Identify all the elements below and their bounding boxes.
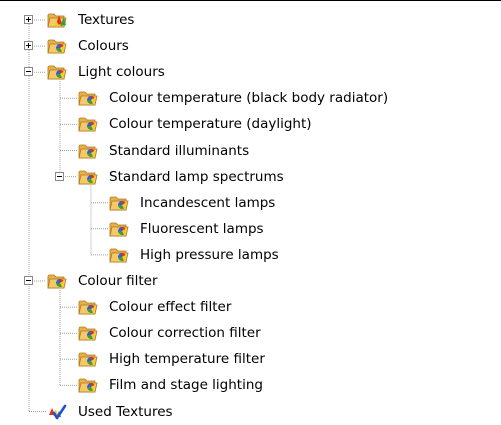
tree-item-label: Colour correction filter (109, 325, 261, 342)
tree-item-colour-temperature-daylight[interactable]: Colour temperature (daylight) (0, 111, 501, 137)
folder-colours-icon (109, 220, 129, 238)
expand-plus-icon[interactable] (24, 15, 33, 24)
tree-item-label: Standard lamp spectrums (109, 168, 284, 185)
tree-item-colour-correction-filter[interactable]: Colour correction filter (0, 320, 501, 346)
folder-colours-icon (109, 246, 129, 264)
tree-item-label: Used Textures (78, 403, 173, 420)
collapse-minus-icon[interactable] (24, 67, 33, 77)
folder-colours-icon (78, 324, 98, 342)
tree-item-high-pressure-lamps[interactable]: High pressure lamps (0, 242, 501, 268)
tree-item-label: High temperature filter (109, 351, 265, 368)
folder-colours-icon (109, 194, 129, 212)
collapse-minus-icon[interactable] (55, 171, 64, 181)
collapse-minus-icon[interactable] (24, 276, 33, 285)
tree-item-label: Film and stage lighting (109, 377, 263, 394)
tree-item-label: Colour temperature (black body radiator) (109, 90, 389, 107)
tree-item-standard-illuminants[interactable]: Standard illuminants (0, 138, 501, 164)
folder-colours-icon (78, 298, 98, 316)
folder-colours-icon (78, 142, 98, 160)
folder-colours-icon (78, 376, 98, 394)
tree-item-incandescent-lamps[interactable]: Incandescent lamps (0, 190, 501, 216)
tree-item-textures[interactable]: Textures (0, 7, 501, 33)
tree-item-colour-temperature-black-body-radiator[interactable]: Colour temperature (black body radiator) (0, 85, 501, 111)
tree-item-colour-effect-filter[interactable]: Colour effect filter (0, 294, 501, 320)
folder-colours-icon (47, 37, 67, 55)
tree-item-label: Light colours (78, 64, 165, 81)
folder-colours-icon (47, 63, 67, 81)
tree-item-fluorescent-lamps[interactable]: Fluorescent lamps (0, 216, 501, 242)
tree-item-label: Fluorescent lamps (140, 220, 264, 237)
tree-item-label: Textures (78, 12, 135, 28)
tree-item-label: High pressure lamps (140, 246, 279, 263)
tree-item-label: Colour filter (78, 273, 158, 289)
tree-item-standard-lamp-spectrums[interactable]: Standard lamp spectrums (0, 164, 501, 190)
checkmark-textures-icon (47, 403, 67, 421)
tree-item-colours[interactable]: Colours (0, 33, 501, 59)
tree-item-label: Colour effect filter (109, 299, 232, 316)
folder-colours-icon (78, 89, 98, 107)
tree-item-label: Standard illuminants (109, 142, 250, 159)
folder-colours-icon (78, 168, 98, 186)
folder-textures-icon (47, 11, 67, 29)
tree-item-label: Incandescent lamps (140, 194, 276, 211)
tree-item-colour-filter[interactable]: Colour filter (0, 268, 501, 294)
expand-plus-icon[interactable] (24, 41, 33, 51)
tree-item-high-temperature-filter[interactable]: High temperature filter (0, 346, 501, 372)
folder-colours-icon (78, 115, 98, 133)
folder-colours-icon (78, 350, 98, 368)
tree-item-light-colours[interactable]: Light colours (0, 59, 501, 85)
tree-item-label: Colour temperature (daylight) (109, 116, 312, 133)
tree-item-film-and-stage-lighting[interactable]: Film and stage lighting (0, 372, 501, 398)
tree-item-label: Colours (78, 38, 129, 55)
tree-view[interactable]: Textures Colours Light colours Colour tempe… (0, 0, 501, 421)
folder-colours-icon (47, 272, 67, 290)
